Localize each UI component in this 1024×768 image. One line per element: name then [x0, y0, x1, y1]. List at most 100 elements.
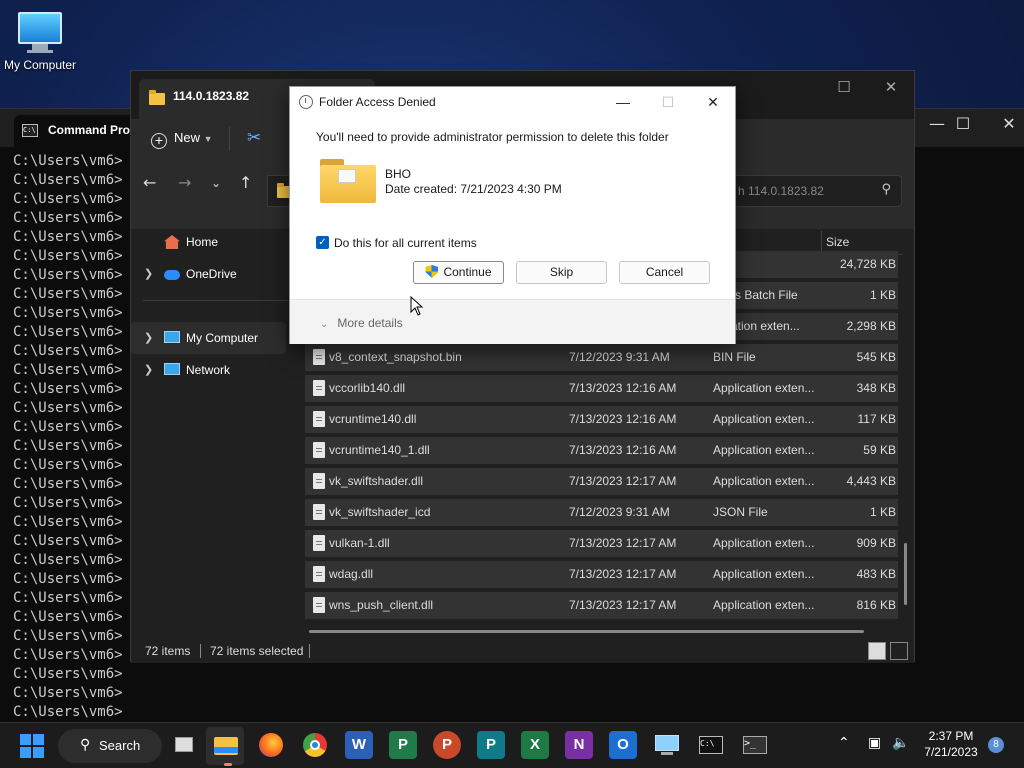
cut-icon[interactable]: ✂ [247, 128, 261, 148]
apply-to-all-label[interactable]: Do this for all current items [334, 236, 477, 250]
cmd-line: C:\Users\vm6> [13, 210, 123, 226]
network-status-icon[interactable]: ▣ [868, 735, 881, 751]
cmd-line: C:\Users\vm6> [13, 153, 123, 169]
word-icon[interactable]: W [345, 731, 373, 759]
dialog-title: Folder Access Denied [319, 95, 436, 109]
file-name: vk_swiftshader_icd [329, 505, 431, 519]
cmd-line: C:\Users\vm6> [13, 248, 123, 264]
cmd-tab[interactable]: C:\ Command Prompt [14, 115, 152, 147]
nav-item-network[interactable]: ❯ Network [131, 354, 286, 386]
cmd-line: C:\Users\vm6> [13, 704, 123, 720]
file-size: 1 KB [869, 505, 896, 519]
file-type: Application exten... [713, 474, 815, 488]
cmd-close-button[interactable]: ✕ [986, 109, 1024, 139]
vertical-scrollbar[interactable] [904, 543, 907, 605]
skip-button[interactable]: Skip [516, 261, 607, 284]
back-arrow-icon[interactable]: ← [143, 173, 156, 192]
start-button[interactable] [20, 734, 44, 758]
chevron-right-icon: ❯ [144, 268, 154, 280]
status-bar: 72 items 72 items selected [131, 639, 914, 663]
file-date-modified: 7/13/2023 12:17 AM [569, 474, 677, 488]
cancel-button[interactable]: Cancel [619, 261, 710, 284]
file-icon [313, 597, 325, 613]
desktop-icon-my-computer[interactable]: My Computer [2, 8, 78, 72]
details-view-button[interactable] [868, 642, 886, 660]
monitor-icon [18, 12, 62, 44]
file-size: 545 KB [856, 350, 896, 364]
forward-arrow-icon[interactable]: → [178, 173, 191, 192]
folder-access-denied-dialog[interactable]: Folder Access Denied — ☐ ✕ You'll need t… [289, 86, 736, 344]
dialog-minimize-button[interactable]: — [600, 87, 646, 117]
remote-desktop-icon[interactable] [653, 731, 681, 759]
powerpoint-icon[interactable]: P [433, 731, 461, 759]
project-icon[interactable]: P [389, 731, 417, 759]
nav-item-home[interactable]: Home [131, 226, 286, 258]
outlook-icon[interactable]: O [609, 731, 637, 759]
clock-icon [299, 95, 313, 109]
tiles-view-button[interactable] [890, 642, 908, 660]
address-bar[interactable] [267, 175, 293, 207]
table-row[interactable]: wns_push_client.dll 7/13/2023 12:17 AM App… [305, 592, 898, 619]
folder-date-created: Date created: 7/21/2023 4:30 PM [385, 182, 562, 196]
table-row[interactable]: vcruntime140.dll 7/13/2023 12:16 AM Applic… [305, 406, 898, 433]
search-icon: ⚲ [881, 182, 891, 197]
continue-button[interactable]: Continue [413, 261, 504, 284]
nav-item-my-computer[interactable]: ❯ My Computer [131, 322, 286, 354]
cmd-maximize-button[interactable]: ☐ [940, 109, 986, 139]
task-view-icon[interactable] [171, 731, 199, 759]
chrome-icon[interactable] [301, 731, 329, 759]
horizontal-scrollbar[interactable] [309, 630, 864, 633]
table-row[interactable]: v8_context_snapshot.bin 7/12/2023 9:31 AM… [305, 344, 898, 371]
more-details-toggle[interactable]: ⌄ More details [320, 316, 403, 330]
cmd-output[interactable]: C:\Users\vm6> C:\Users\vm6> C:\Users\vm6> C… [13, 152, 125, 741]
notification-badge[interactable]: 8 [988, 737, 1004, 753]
table-row[interactable]: vulkan-1.dll 7/13/2023 12:17 AM Applicatio… [305, 530, 898, 557]
table-row[interactable]: wdag.dll 7/13/2023 12:17 AM Application ex… [305, 561, 898, 588]
computer-icon [164, 331, 180, 343]
cmd-line: C:\Users\vm6> [13, 647, 123, 663]
file-icon [313, 504, 325, 520]
uac-shield-icon [425, 265, 439, 278]
clock-date[interactable]: 7/21/2023 [915, 745, 987, 759]
onenote-icon[interactable]: N [565, 731, 593, 759]
taskbar-search[interactable]: ⚲ Search [58, 729, 162, 763]
file-explorer-taskbar-icon[interactable] [212, 731, 240, 759]
volume-icon[interactable]: 🔈 [892, 735, 909, 751]
dialog-maximize-button[interactable]: ☐ [645, 87, 691, 117]
table-row[interactable]: vk_swiftshader_icd 7/12/2023 9:31 AM JSON … [305, 499, 898, 526]
explorer-close-button[interactable]: ✕ [868, 71, 914, 103]
command-prompt-taskbar-icon[interactable]: C:\ [697, 731, 725, 759]
nav-item-onedrive[interactable]: ❯ OneDrive [131, 258, 286, 290]
file-size: 2,298 KB [846, 319, 896, 333]
clock-time[interactable]: 2:37 PM [920, 729, 982, 743]
cmd-line: C:\Users\vm6> [13, 666, 123, 682]
file-size: 59 KB [863, 443, 896, 457]
file-type: Application exten... [713, 567, 815, 581]
apply-to-all-checkbox[interactable]: ✓ [316, 236, 329, 249]
dialog-titlebar[interactable]: Folder Access Denied — ☐ ✕ [290, 87, 735, 117]
dialog-close-button[interactable]: ✕ [690, 87, 736, 117]
excel-icon[interactable]: X [521, 731, 549, 759]
terminal-icon[interactable]: >_ [741, 731, 769, 759]
column-header-size[interactable]: Size [826, 235, 849, 249]
new-button[interactable]: + New ▼ [151, 128, 213, 150]
recent-chevron-icon[interactable]: ⌄ [211, 176, 221, 190]
search-input[interactable]: h 114.0.1823.82 ⚲ [717, 175, 902, 207]
chevron-up-icon[interactable]: ⌃ [838, 735, 850, 751]
explorer-maximize-button[interactable]: ☐ [821, 71, 867, 103]
table-row[interactable]: vcruntime140_1.dll 7/13/2023 12:16 AM Appl… [305, 437, 898, 464]
up-arrow-icon[interactable]: ↑ [239, 173, 252, 192]
table-row[interactable]: vccorlib140.dll 7/13/2023 12:16 AM Applica… [305, 375, 898, 402]
file-icon [313, 411, 325, 427]
table-row[interactable]: vk_swiftshader.dll 7/13/2023 12:17 AM Appl… [305, 468, 898, 495]
cmd-line: C:\Users\vm6> [13, 609, 123, 625]
file-date-modified: 7/13/2023 12:17 AM [569, 536, 677, 550]
publisher-icon[interactable]: P [477, 731, 505, 759]
file-size: 348 KB [856, 381, 896, 395]
cmd-line: C:\Users\vm6> [13, 305, 123, 321]
explorer-tab-title: 114.0.1823.82 [173, 89, 250, 103]
dialog-message: You'll need to provide administrator per… [316, 130, 669, 144]
firefox-icon[interactable] [257, 731, 285, 759]
file-size: 24,728 KB [839, 257, 896, 271]
navigation-pane: Home ❯ OneDrive ❯ My Computer ❯ Network [131, 229, 291, 639]
